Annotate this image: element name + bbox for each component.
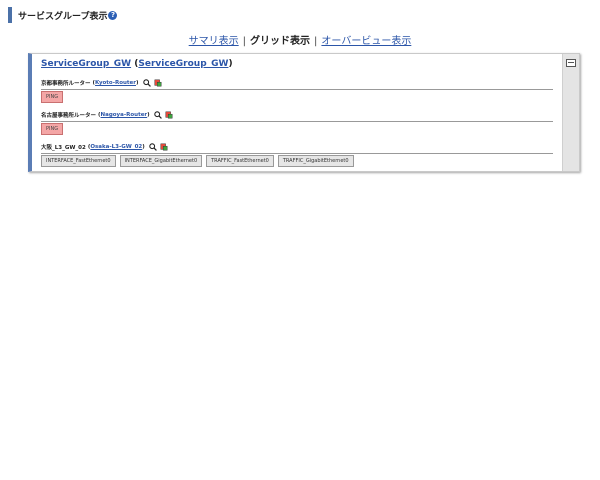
host-label: 大阪_L3_GW_02 — [41, 145, 86, 151]
graph-icon[interactable] — [165, 111, 173, 119]
service-interface-gigabitethernet0[interactable]: INTERFACE_GigabitEthernet0 — [119, 155, 203, 167]
host-name-link[interactable]: Osaka-L3-GW_02 — [90, 144, 142, 150]
group-alias-link[interactable]: ServiceGroup_GW — [138, 59, 228, 69]
group-name-link[interactable]: ServiceGroup_GW — [41, 59, 131, 69]
host-label: 京都事務所ルーター — [41, 81, 91, 87]
paren-close: ) — [142, 144, 145, 150]
host-name-link[interactable]: Kyoto-Router — [95, 80, 136, 86]
tab-grid: グリッド表示 — [250, 36, 311, 47]
service-interface-fastethernet0[interactable]: INTERFACE_FastEthernet0 — [41, 155, 116, 167]
service-ping[interactable]: PING — [41, 123, 64, 135]
help-icon[interactable]: ? — [108, 10, 118, 20]
tab-overview[interactable]: オーバービュー表示 — [321, 36, 411, 47]
panel-sidebar — [562, 54, 579, 171]
host-label: 名古屋事務所ルーター — [41, 113, 97, 119]
search-icon[interactable] — [142, 79, 151, 87]
tab-separator: | — [242, 36, 247, 47]
search-icon[interactable] — [153, 111, 162, 119]
host-block: 京都事務所ルーター (Kyoto-Router) PING — [41, 78, 553, 103]
service-list: PING — [41, 123, 553, 135]
page-header: サービスグループ表示 ? — [8, 7, 118, 23]
paren-close: ) — [136, 80, 139, 86]
host-line: 名古屋事務所ルーター (Nagoya-Router) — [41, 110, 553, 122]
host-block: 名古屋事務所ルーター (Nagoya-Router) PING — [41, 110, 553, 135]
search-icon[interactable] — [149, 143, 157, 151]
host-name-link[interactable]: Nagoya-Router — [101, 112, 148, 118]
view-tabs: サマリ表示 | グリッド表示 | オーバービュー表示 — [0, 32, 600, 47]
service-list: INTERFACE_FastEthernet0 INTERFACE_Gigabi… — [41, 155, 553, 167]
service-list: PING — [41, 91, 553, 103]
collapse-icon[interactable] — [566, 59, 576, 67]
host-line: 大阪_L3_GW_02 (Osaka-L3-GW_02) — [41, 142, 553, 154]
paren-close: ) — [228, 59, 233, 69]
host-block: 大阪_L3_GW_02 (Osaka-L3-GW_02) INTERFACE_F… — [41, 142, 553, 167]
paren-close: ) — [147, 112, 150, 118]
graph-icon[interactable] — [160, 143, 168, 151]
tab-summary[interactable]: サマリ表示 — [189, 36, 239, 47]
host-line: 京都事務所ルーター (Kyoto-Router) — [41, 78, 553, 90]
service-ping[interactable]: PING — [41, 91, 64, 103]
graph-icon[interactable] — [154, 79, 162, 87]
service-group-panel: ServiceGroup_GW (ServiceGroup_GW) 京都事務所ル… — [28, 53, 580, 172]
group-title: ServiceGroup_GW (ServiceGroup_GW) — [41, 59, 233, 69]
service-traffic-gigabitethernet0[interactable]: TRAFFIC_GigabitEthernet0 — [277, 155, 354, 167]
page-title: サービスグループ表示 — [18, 11, 108, 22]
tab-separator: | — [314, 36, 318, 47]
service-traffic-fastethernet0[interactable]: TRAFFIC_FastEthernet0 — [206, 155, 274, 167]
